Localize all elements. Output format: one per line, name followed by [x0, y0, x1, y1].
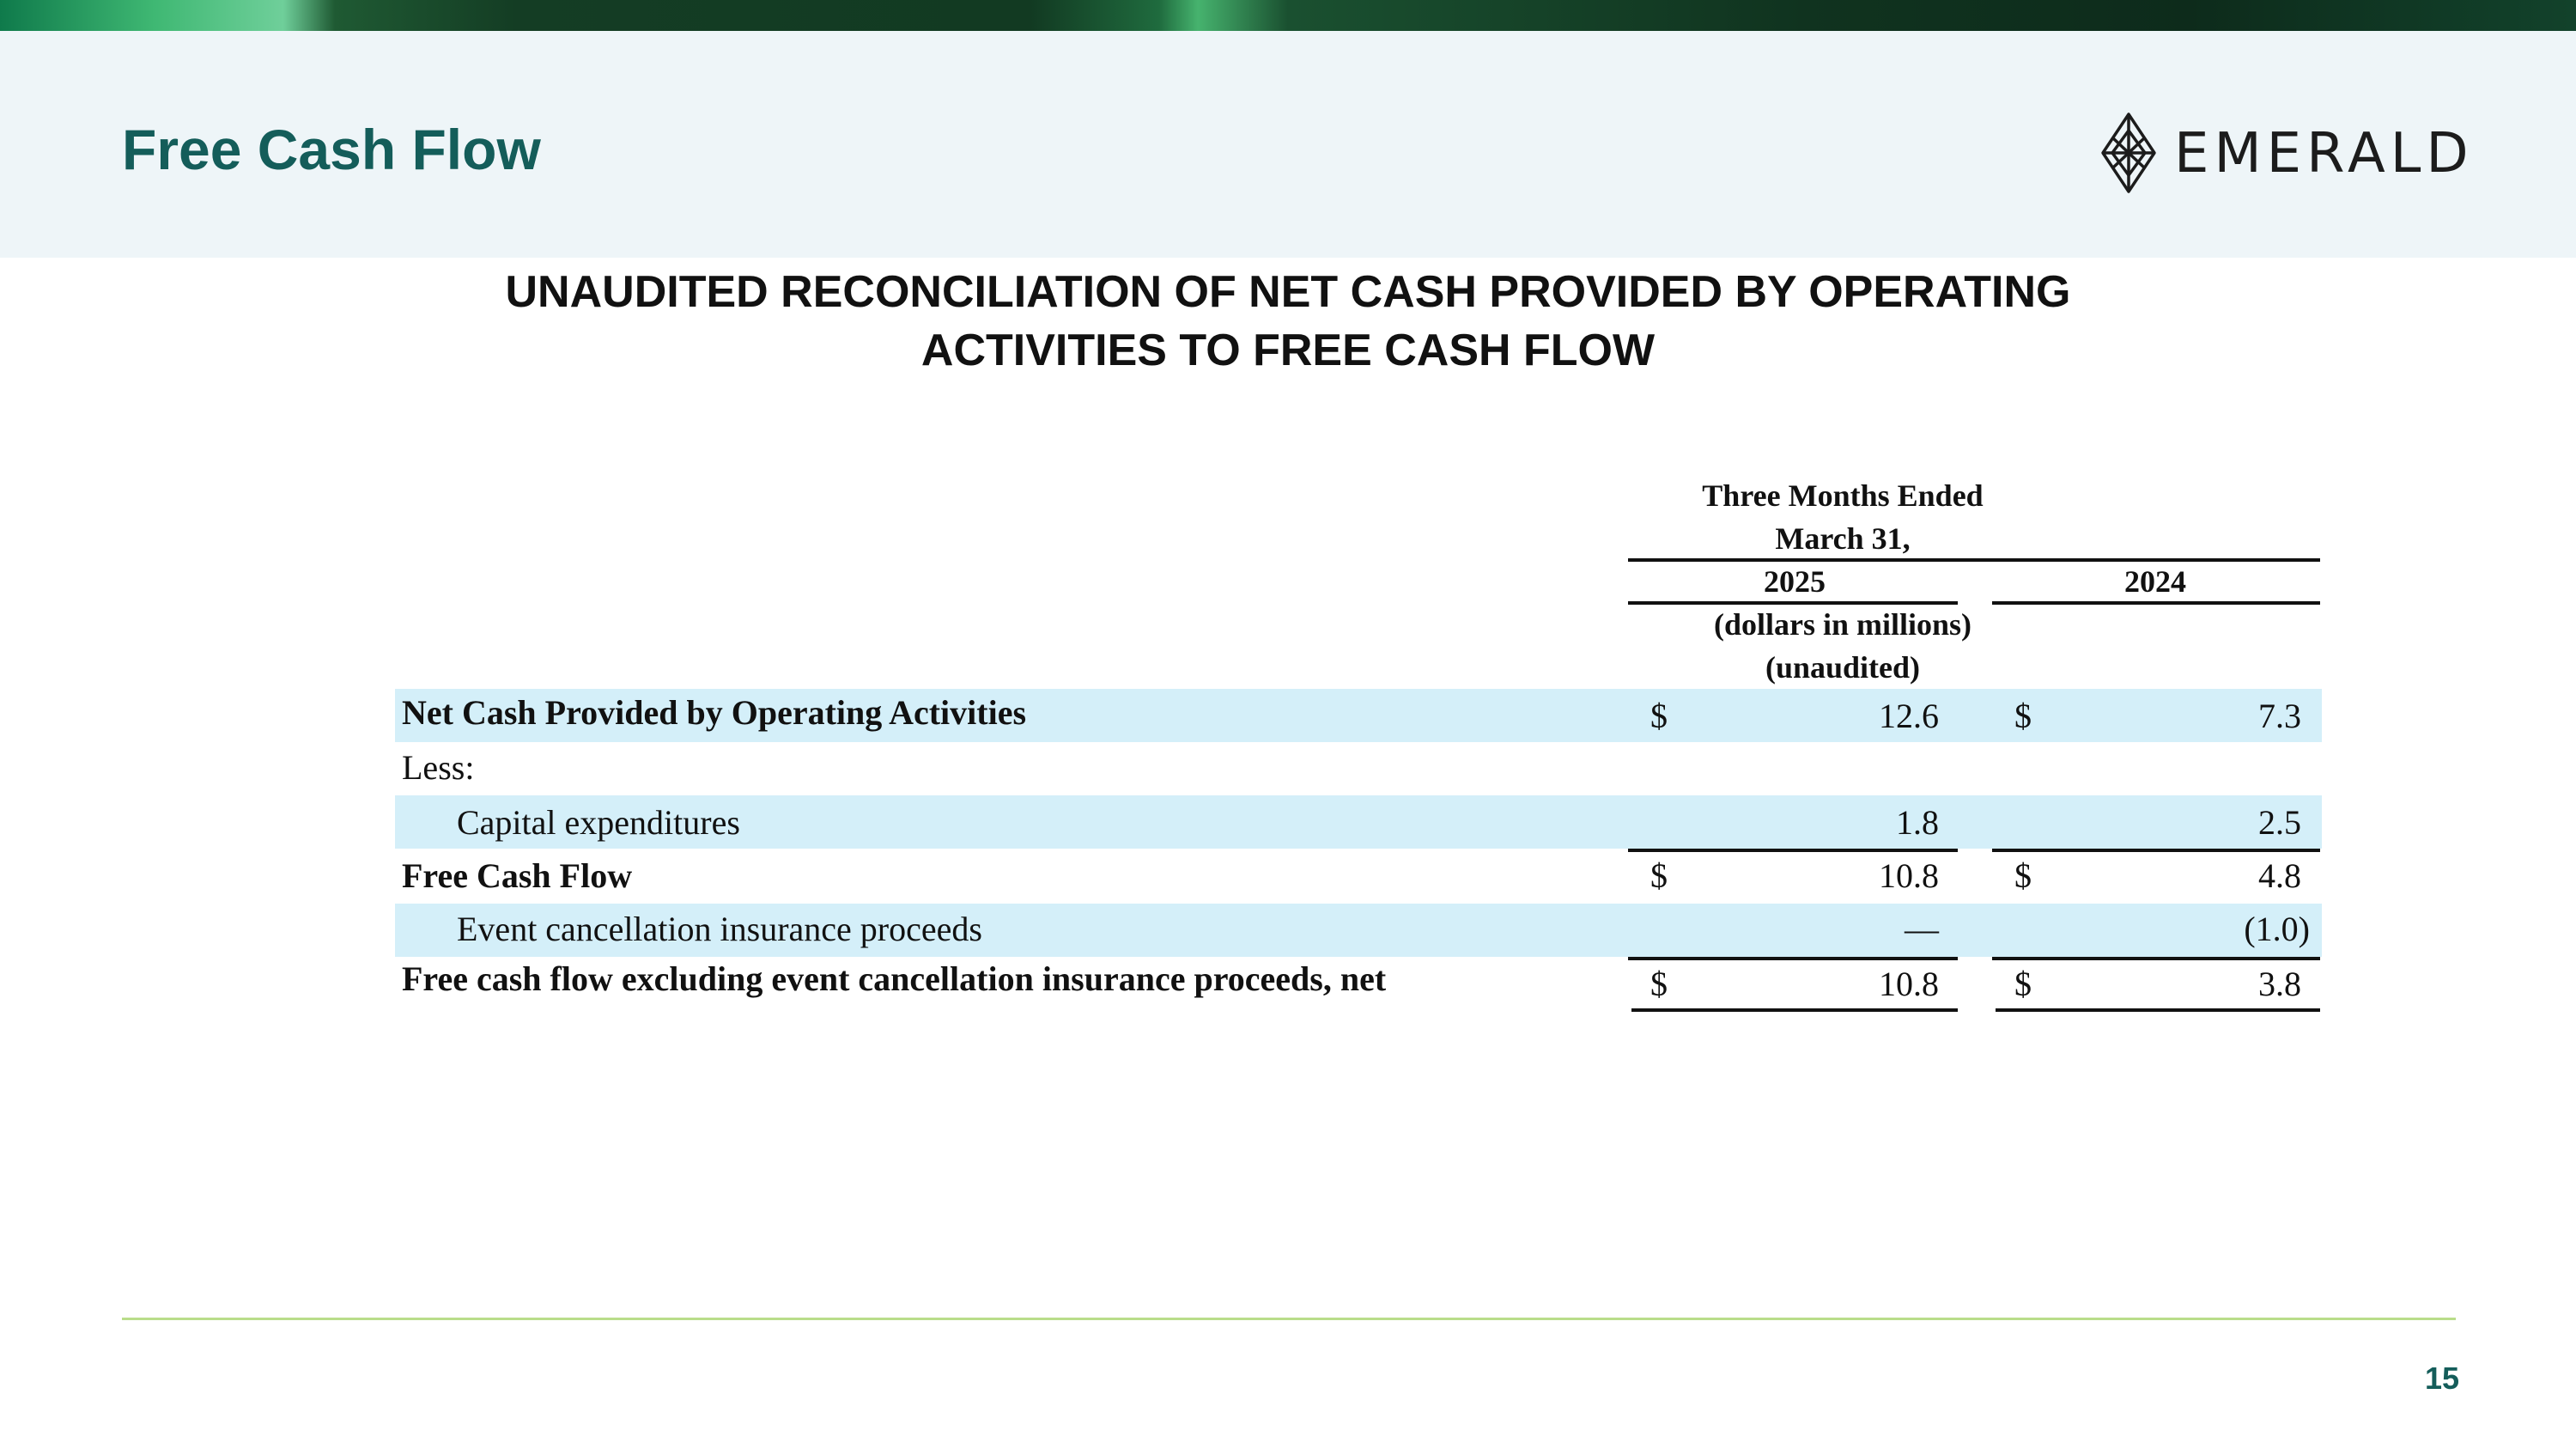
row-label: Net Cash Provided by Operating Activitie…	[402, 693, 1027, 732]
value-2024: (1.0)	[2244, 910, 2310, 948]
value-2024: 3.8	[2258, 965, 2301, 1003]
value-2025: 10.8	[1879, 965, 1939, 1003]
value-2025: 10.8	[1879, 856, 1939, 895]
title-line-1: UNAUDITED RECONCILIATION OF NET CASH PRO…	[505, 267, 2071, 317]
subtotal-rule-2025	[1628, 849, 1958, 852]
row-label: Less:	[402, 748, 475, 787]
units-line-2: (unaudited)	[1765, 650, 1921, 685]
dollar-sign-2025: $	[1650, 856, 1668, 895]
year-rule-2025	[1628, 601, 1958, 605]
value-2024: 7.3	[2258, 697, 2301, 735]
period-header-line-2: March 31,	[1775, 521, 1911, 556]
dollar-sign-2024: $	[2014, 965, 2032, 1003]
value-2025: —	[1905, 910, 1939, 948]
value-2025: 12.6	[1879, 697, 1939, 735]
period-header-rule	[1628, 558, 2320, 562]
title-line-2: ACTIVITIES TO FREE CASH FLOW	[920, 326, 1656, 375]
subtotal-rule-2024	[1992, 957, 2320, 960]
row-label: Free Cash Flow	[402, 856, 633, 895]
subtotal-rule-2025	[1628, 957, 1958, 960]
page-title: Free Cash Flow	[122, 118, 541, 181]
reconciliation-title: UNAUDITED RECONCILIATION OF NET CASH PRO…	[258, 263, 2318, 380]
reconciliation-table: Three Months Ended March 31, 2025 2024 (…	[395, 464, 2322, 1014]
row-label: Free cash flow excluding event cancellat…	[402, 959, 1387, 998]
dollar-sign-2024: $	[2014, 697, 2032, 735]
units-line-1: (dollars in millions)	[1713, 607, 1972, 642]
period-header-line-1: Three Months Ended	[1702, 478, 1984, 513]
emerald-gem-icon	[2101, 113, 2156, 193]
total-rule-2024	[1996, 1008, 2320, 1012]
value-2024: 4.8	[2258, 856, 2301, 895]
value-2024: 2.5	[2258, 803, 2301, 842]
dollar-sign-2024: $	[2014, 856, 2032, 895]
dollar-sign-2025: $	[1650, 965, 1668, 1003]
footer-rule	[122, 1318, 2456, 1320]
top-gradient-bar	[0, 0, 2576, 31]
row-label: Event cancellation insurance proceeds	[457, 910, 982, 948]
year-rule-2024	[1992, 601, 2320, 605]
col-header-2024: 2024	[2124, 564, 2186, 599]
page-number: 15	[2424, 1361, 2459, 1396]
row-label: Capital expenditures	[457, 803, 740, 842]
total-rule-2025	[1631, 1008, 1958, 1012]
logo-wordmark: EMERALD	[2174, 122, 2474, 186]
dollar-sign-2025: $	[1650, 697, 1668, 735]
emerald-logo: EMERALD	[2100, 110, 2469, 196]
value-2025: 1.8	[1896, 803, 1939, 842]
subtotal-rule-2024	[1992, 849, 2320, 852]
col-header-2025: 2025	[1764, 564, 1826, 599]
